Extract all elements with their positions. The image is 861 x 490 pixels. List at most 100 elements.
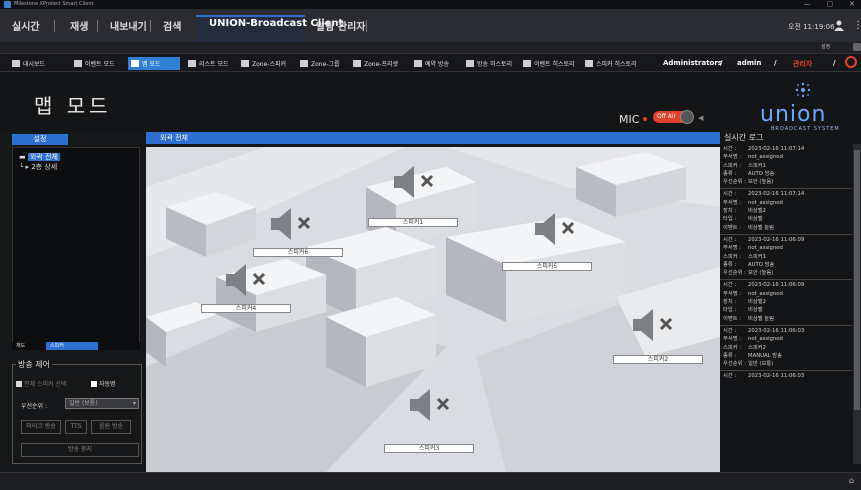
realtime-log-list: 시간 : 2023-02-16 11:07:14 부서명 : not_assigne… (720, 144, 852, 472)
log-entry[interactable]: 시간 : 2023-02-16 11:06:03 (720, 371, 852, 382)
campus-map[interactable]: 스피커1 스피커2 스피커3 스피커4 스피커5 스피커6 (146, 147, 720, 472)
priority-select[interactable]: 일반 (보통) ▾ (65, 398, 139, 409)
tool-event-mode[interactable]: 이벤트 모드 (71, 57, 118, 70)
tool-event-history[interactable]: 이벤트 히스토리 (520, 57, 578, 70)
speaker-muted-icon[interactable] (631, 305, 679, 345)
log-key: 종류 : (723, 261, 737, 268)
tool-label: Zone-그룹 (311, 61, 340, 68)
more-icon[interactable]: ⋮ (853, 20, 861, 31)
checkbox-label: 전체 스피커 선택 (24, 381, 67, 388)
stop-broadcast-button[interactable]: 방송 중지 (21, 443, 139, 457)
log-value: 비상벨2 (748, 208, 766, 215)
log-value: not_assigned (748, 245, 783, 252)
log-scrollbar[interactable] (853, 144, 861, 464)
log-value: not_assigned (748, 199, 783, 206)
log-key: 우선순위 : (723, 270, 746, 277)
speaker-label-6[interactable]: 스피커6 (253, 248, 343, 257)
speaker-muted-icon[interactable] (408, 385, 456, 425)
event-icon (74, 60, 82, 67)
speaker-muted-icon[interactable] (533, 209, 581, 249)
tool-zone-preset[interactable]: Zone-프리셋 (350, 57, 401, 70)
tool-label: 대시보드 (23, 61, 46, 68)
mode-toolbar: 대시보드 이벤트 모드 맵 모드 리스트 모드 Zone-스피커 Zone-그룹… (0, 53, 861, 72)
log-key: 부서명 : (723, 336, 742, 343)
close-button[interactable]: ✕ (849, 0, 855, 8)
log-value: not_assigned (748, 290, 783, 297)
tab-rejdo[interactable]: 재도 (12, 342, 29, 350)
menu-live[interactable]: 실시간 (12, 18, 40, 33)
gear-icon[interactable] (853, 43, 861, 51)
tool-label: 이벤트 모드 (85, 61, 115, 68)
speaker-label-4[interactable]: 스피커4 (201, 304, 291, 313)
main-menubar: 실시간 재생 내보내기 검색 UNION-Broadcast Client 알람… (0, 9, 861, 42)
mic-broadcast-button[interactable]: 마이크 방송 (21, 420, 61, 434)
log-entry[interactable]: 시간 : 2023-02-16 11:06:09 부서명 : not_assigne… (720, 235, 852, 281)
tool-zone-group[interactable]: Zone-그룹 (297, 57, 342, 70)
window-title: Milestone XProtect Smart Client (14, 1, 94, 7)
page-header: 맵 모드 MIC Off Air ◀ union BROADCAST SYSTE… (0, 72, 861, 132)
map-tree: ▬ 외곽 전체 └ ▸ 2층 상세 (12, 147, 140, 347)
menu-divider (366, 20, 367, 32)
tool-broadcast-history[interactable]: 방송 히스토리 (463, 57, 515, 70)
log-entry[interactable]: 시간 : 2023-02-16 11:06:09 부서명 : not_assigne… (720, 280, 852, 326)
mic-status-dot (643, 117, 647, 121)
tool-speaker-history[interactable]: 스피커 히스토리 (582, 57, 640, 70)
menu-alarm-manager[interactable]: 알람 관리자 (316, 18, 365, 33)
tree-item-outer-all[interactable]: ▬ 외곽 전체 (19, 152, 60, 162)
log-value: 일반 (보통) (748, 361, 774, 368)
log-scrollbar-thumb[interactable] (854, 150, 860, 410)
log-value: AUTO 방송 (748, 261, 775, 268)
menu-search[interactable]: 검색 (163, 18, 181, 33)
tree-item-label: 외곽 전체 (27, 153, 60, 161)
user-icon[interactable] (833, 19, 845, 31)
preset-icon (353, 60, 361, 67)
sound-broadcast-button[interactable]: 음원 방송 (91, 420, 131, 434)
tab-speaker[interactable]: 스피커 (46, 342, 98, 350)
tool-label: Zone-프리셋 (364, 61, 399, 68)
log-key: 시간 : (723, 327, 737, 334)
realtime-log-title: 실시간 로그 (720, 132, 861, 144)
speaker-muted-icon[interactable] (224, 260, 272, 300)
auto-checkbox[interactable]: 자동병 (91, 379, 116, 388)
log-key: 스피커 : (723, 253, 742, 260)
log-value: MANUAL 방송 (748, 352, 783, 359)
log-value: 비상벨 눌림 (748, 224, 775, 231)
onair-toggle[interactable] (680, 110, 694, 124)
speaker-label-5[interactable]: 스피커5 (502, 262, 592, 271)
log-key: 부서명 : (723, 290, 742, 297)
speaker-muted-icon[interactable] (392, 162, 440, 202)
tree-item-2f-detail[interactable]: └ ▸ 2층 상세 (19, 162, 57, 172)
menu-playback[interactable]: 재생 (70, 18, 88, 33)
log-value: 2023-02-16 11:06:09 (748, 282, 805, 289)
log-value: 2023-02-16 11:06:03 (748, 373, 805, 380)
tool-zone-speaker[interactable]: Zone-스피커 (238, 57, 289, 70)
speaker-muted-icon[interactable] (269, 204, 317, 244)
user-id: admin (737, 59, 762, 67)
log-key: 부서명 : (723, 245, 742, 252)
user-role: Administrators (663, 59, 722, 67)
tool-dashboard[interactable]: 대시보드 (9, 57, 48, 70)
maximize-button[interactable]: ▢ (827, 0, 834, 8)
log-key: 시간 : (723, 373, 737, 380)
tool-scheduled-broadcast[interactable]: 예약 방송 (411, 57, 452, 70)
log-key: 타입 : (723, 307, 737, 314)
log-entry[interactable]: 시간 : 2023-02-16 11:07:14 부서명 : not_assigne… (720, 189, 852, 235)
map-title: 외곽 전체 (146, 132, 720, 144)
speaker-label-3[interactable]: 스피커3 (384, 444, 474, 453)
log-entry[interactable]: 시간 : 2023-02-16 11:07:14 부서명 : not_assigne… (720, 144, 852, 190)
user-separator: / (774, 59, 777, 67)
menu-export[interactable]: 내보내기 (110, 18, 147, 33)
speaker-label-2[interactable]: 스피커2 (613, 355, 703, 364)
speaker-label-1[interactable]: 스피커1 (368, 218, 458, 227)
minimize-button[interactable]: — (804, 0, 811, 8)
select-all-speakers-checkbox[interactable]: 전체 스피커 선택 (16, 379, 66, 388)
left-panel-title: 설정 (12, 134, 68, 145)
log-key: 이벤트 : (723, 224, 742, 231)
tts-button[interactable]: TTS (65, 420, 87, 434)
notification-icon[interactable]: ⌂ (849, 476, 854, 485)
settings-link[interactable]: 설정 (821, 43, 830, 50)
log-key: 우선순위 : (723, 361, 746, 368)
log-entry[interactable]: 시간 : 2023-02-16 11:06:03 부서명 : not_assigne… (720, 326, 852, 372)
tool-list-mode[interactable]: 리스트 모드 (185, 57, 232, 70)
tool-map-mode[interactable]: 맵 모드 (128, 57, 180, 70)
